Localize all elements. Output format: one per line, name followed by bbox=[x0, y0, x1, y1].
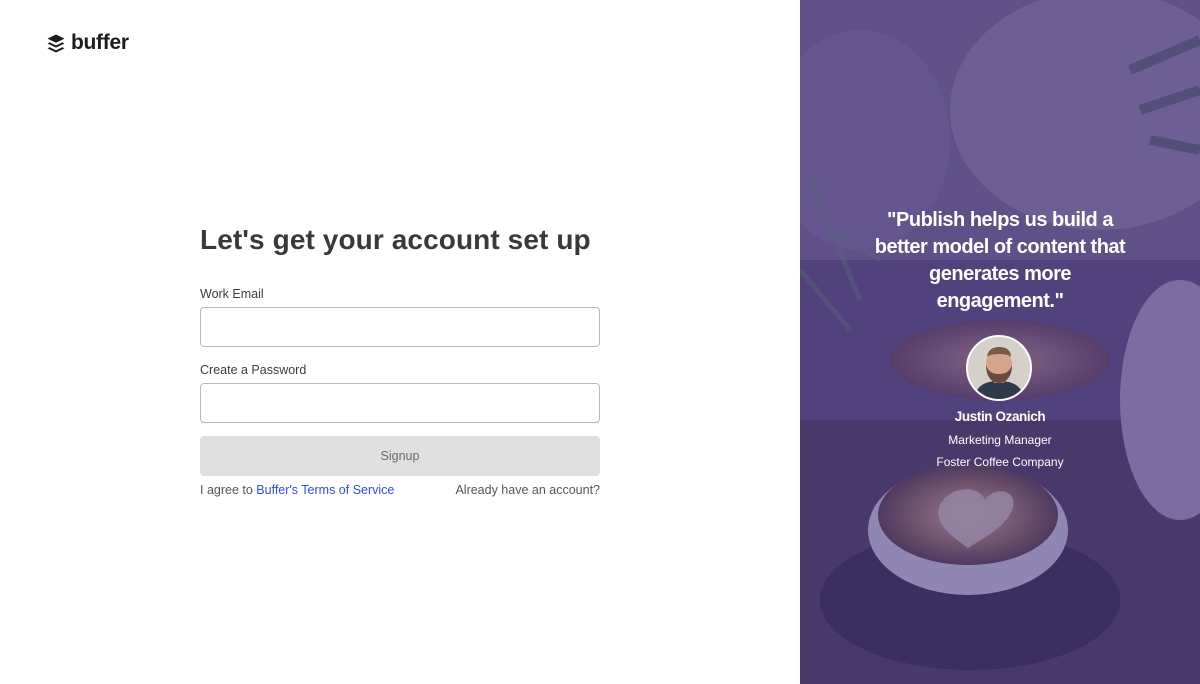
signup-panel: buffer Let's get your account set up Wor… bbox=[0, 0, 800, 684]
email-label: Work Email bbox=[200, 287, 264, 301]
password-label: Create a Password bbox=[200, 363, 307, 377]
testimonial-role: Marketing Manager bbox=[948, 433, 1052, 447]
page-title: Let's get your account set up bbox=[200, 224, 591, 255]
terms-prefix: I agree to bbox=[200, 483, 257, 497]
password-field[interactable] bbox=[200, 383, 600, 423]
avatar bbox=[966, 335, 1032, 401]
email-field[interactable] bbox=[200, 307, 600, 347]
terms-text: I agree to Buffer's Terms of Service bbox=[200, 483, 394, 497]
terms-of-service-link[interactable]: Buffer's Terms of Service bbox=[256, 483, 394, 497]
signup-button[interactable]: Signup bbox=[200, 436, 600, 476]
signup-form: Let's get your account set up Work Email… bbox=[200, 223, 600, 497]
form-footer: I agree to Buffer's Terms of Service Alr… bbox=[200, 483, 600, 497]
testimonial-quote: "Publish helps us build a better model o… bbox=[874, 209, 1126, 312]
brand-logo[interactable]: buffer bbox=[47, 31, 129, 55]
testimonial-company: Foster Coffee Company bbox=[936, 455, 1064, 469]
brand-logo-text: buffer bbox=[71, 31, 129, 54]
testimonial-name: Justin Ozanich bbox=[954, 409, 1046, 424]
testimonial-panel: "Publish helps us build a better model o… bbox=[800, 0, 1200, 684]
login-link[interactable]: Already have an account? bbox=[455, 483, 600, 497]
buffer-stack-icon bbox=[47, 34, 65, 52]
person-photo bbox=[968, 337, 1030, 399]
